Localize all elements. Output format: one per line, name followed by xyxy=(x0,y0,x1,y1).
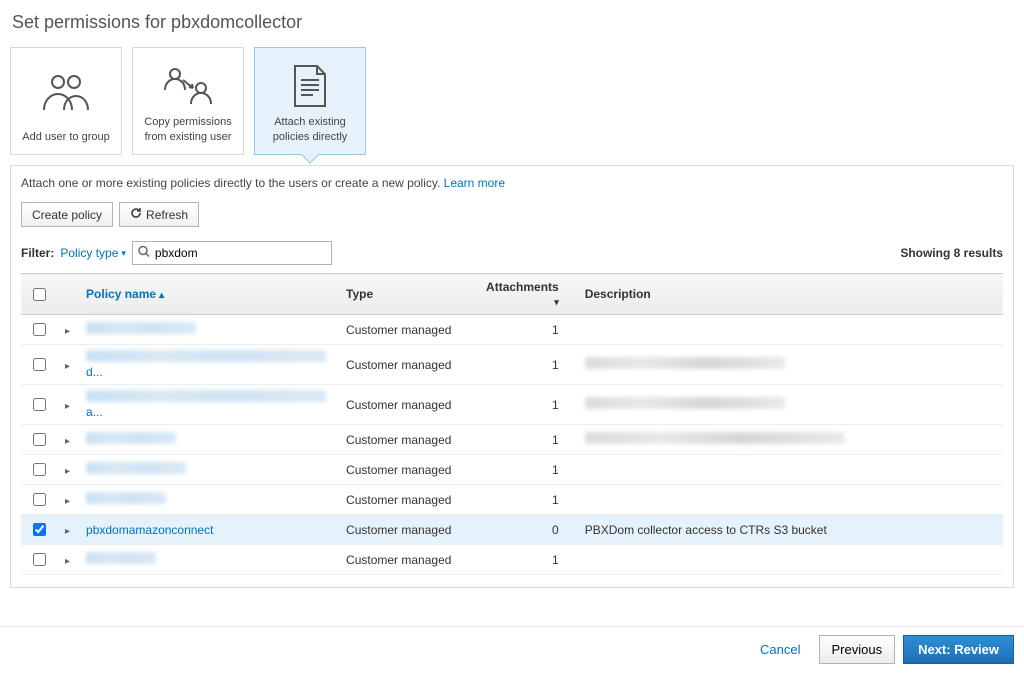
next-review-button[interactable]: Next: Review xyxy=(903,635,1014,664)
table-row: ▸ Customer managed1 xyxy=(21,315,1003,345)
users-group-icon xyxy=(40,56,92,130)
previous-button[interactable]: Previous xyxy=(819,635,896,664)
permission-options: Add user to group Copy permissions from … xyxy=(10,47,1014,155)
table-row: ▸ Customer managed1 xyxy=(21,425,1003,455)
policy-description xyxy=(577,345,1003,385)
column-header-attachments[interactable]: Attachments ▾ xyxy=(478,274,577,315)
redacted-policy-name[interactable] xyxy=(86,552,156,564)
expand-row-icon[interactable]: ▸ xyxy=(65,436,70,447)
policy-description xyxy=(577,385,1003,425)
sort-asc-icon: ▴ xyxy=(159,290,164,301)
row-checkbox[interactable] xyxy=(33,523,46,536)
column-header-type[interactable]: Type xyxy=(338,274,478,315)
column-header-name[interactable]: Policy name▴ xyxy=(78,274,338,315)
row-checkbox[interactable] xyxy=(33,463,46,476)
table-row: ▸ pbxdomamazonconnect Customer managed0PBX… xyxy=(21,515,1003,545)
search-icon xyxy=(138,246,150,261)
wizard-footer: Cancel Previous Next: Review xyxy=(0,626,1024,676)
attachments-count: 1 xyxy=(478,385,577,425)
option-copy-permissions[interactable]: Copy permissions from existing user xyxy=(132,47,244,155)
help-text: Attach one or more existing policies dir… xyxy=(21,176,1003,190)
create-policy-button[interactable]: Create policy xyxy=(21,202,113,227)
cancel-button[interactable]: Cancel xyxy=(750,636,810,663)
policy-type: Customer managed xyxy=(338,315,478,345)
policy-type: Customer managed xyxy=(338,385,478,425)
learn-more-link[interactable]: Learn more xyxy=(444,176,505,190)
policy-type: Customer managed xyxy=(338,425,478,455)
refresh-button[interactable]: Refresh xyxy=(119,202,199,227)
option-label: Copy permissions from existing user xyxy=(139,115,237,144)
row-checkbox[interactable] xyxy=(33,323,46,336)
policy-type: Customer managed xyxy=(338,345,478,385)
expand-row-icon[interactable]: ▸ xyxy=(65,401,70,412)
copy-user-icon xyxy=(159,56,217,115)
attachments-count: 1 xyxy=(478,545,577,575)
sort-desc-icon: ▾ xyxy=(554,297,559,307)
attachments-count: 1 xyxy=(478,455,577,485)
policy-name-link[interactable]: pbxdomamazonconnect xyxy=(86,523,213,537)
policy-description xyxy=(577,455,1003,485)
filter-label: Filter: xyxy=(21,246,54,260)
expand-row-icon[interactable]: ▸ xyxy=(65,496,70,507)
option-label: Attach existing policies directly xyxy=(261,115,359,144)
option-add-user-to-group[interactable]: Add user to group xyxy=(10,47,122,155)
attachments-count: 0 xyxy=(478,515,577,545)
row-checkbox[interactable] xyxy=(33,493,46,506)
attachments-count: 1 xyxy=(478,485,577,515)
table-row: ▸ d... Customer managed1 xyxy=(21,345,1003,385)
name-suffix: a... xyxy=(86,405,103,419)
redacted-policy-name[interactable] xyxy=(86,492,166,504)
row-checkbox[interactable] xyxy=(33,398,46,411)
redacted-policy-name[interactable] xyxy=(86,462,186,474)
attachments-count: 1 xyxy=(478,345,577,385)
filter-policy-type[interactable]: Policy type ▾ xyxy=(60,246,126,260)
policy-type: Customer managed xyxy=(338,485,478,515)
policy-type: Customer managed xyxy=(338,545,478,575)
results-count: Showing 8 results xyxy=(900,246,1003,260)
redacted-policy-name[interactable] xyxy=(86,322,196,334)
policy-description xyxy=(577,425,1003,455)
redacted-policy-name[interactable] xyxy=(86,350,326,362)
search-input[interactable] xyxy=(132,241,332,265)
policy-description xyxy=(577,315,1003,345)
policy-document-icon xyxy=(291,56,329,115)
expand-row-icon[interactable]: ▸ xyxy=(65,466,70,477)
page-title: Set permissions for pbxdomcollector xyxy=(12,12,1014,33)
policy-type: Customer managed xyxy=(338,515,478,545)
redacted-policy-name[interactable] xyxy=(86,390,326,402)
policies-panel: Attach one or more existing policies dir… xyxy=(10,165,1014,588)
redacted-policy-name[interactable] xyxy=(86,432,176,444)
policy-description xyxy=(577,545,1003,575)
expand-row-icon[interactable]: ▸ xyxy=(65,326,70,337)
row-checkbox[interactable] xyxy=(33,358,46,371)
expand-row-icon[interactable]: ▸ xyxy=(65,556,70,567)
row-checkbox[interactable] xyxy=(33,433,46,446)
attachments-count: 1 xyxy=(478,425,577,455)
column-header-description[interactable]: Description xyxy=(577,274,1003,315)
option-attach-existing-policies[interactable]: Attach existing policies directly xyxy=(254,47,366,155)
table-row: ▸ a... Customer managed1 xyxy=(21,385,1003,425)
table-row: ▸ Customer managed1 xyxy=(21,455,1003,485)
table-row: ▸ Customer managed1 xyxy=(21,485,1003,515)
policy-description xyxy=(577,485,1003,515)
name-suffix: d... xyxy=(86,365,103,379)
row-checkbox[interactable] xyxy=(33,553,46,566)
select-all-checkbox[interactable] xyxy=(33,288,46,301)
table-row: ▸ Customer managed1 xyxy=(21,545,1003,575)
policies-table: Policy name▴ Type Attachments ▾ Descript… xyxy=(21,273,1003,575)
expand-row-icon[interactable]: ▸ xyxy=(65,526,70,537)
attachments-count: 1 xyxy=(478,315,577,345)
refresh-icon xyxy=(130,207,142,222)
policy-type: Customer managed xyxy=(338,455,478,485)
policy-description: PBXDom collector access to CTRs S3 bucke… xyxy=(577,515,1003,545)
chevron-down-icon: ▾ xyxy=(121,248,126,259)
option-label: Add user to group xyxy=(22,130,109,144)
expand-row-icon[interactable]: ▸ xyxy=(65,361,70,372)
